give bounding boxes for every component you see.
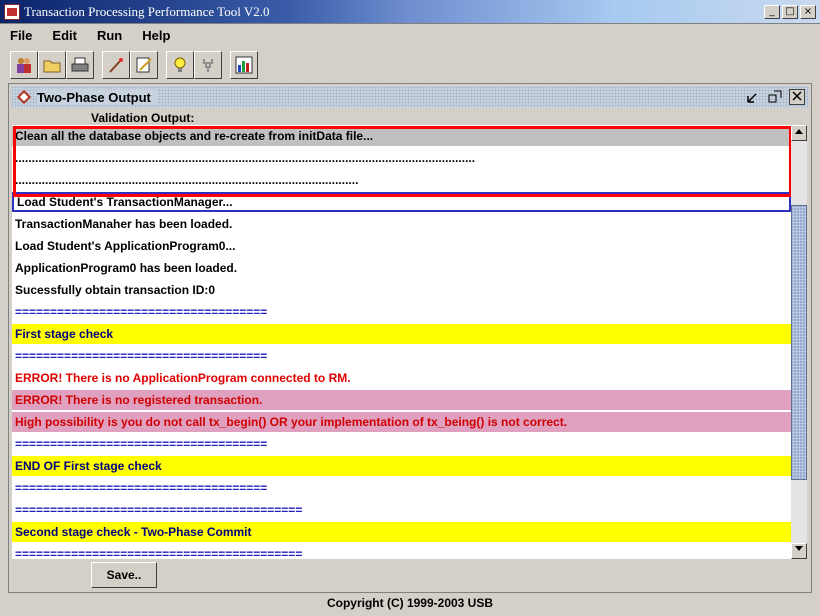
toolbar-print-button[interactable] [66, 51, 94, 79]
chart-icon [235, 56, 253, 74]
maximize-button[interactable]: □ [782, 4, 798, 19]
validation-output-list[interactable]: Clean all the database objects and re-cr… [12, 125, 791, 559]
close-button[interactable]: × [800, 4, 816, 19]
people-icon [17, 58, 31, 73]
output-line[interactable]: ========================================… [12, 500, 791, 520]
output-line[interactable]: Load Student's TransactionManager... [12, 192, 791, 212]
menu-run[interactable]: Run [87, 28, 132, 43]
menu-help[interactable]: Help [132, 28, 180, 43]
output-line[interactable]: High possibility is you do not call tx_b… [12, 412, 791, 432]
edit-icon [136, 57, 152, 73]
print-icon [71, 57, 89, 72]
output-line[interactable]: ERROR! There is no registered transactio… [12, 390, 791, 410]
output-line[interactable]: ========================================… [12, 544, 791, 559]
frame-diamond-icon [16, 89, 32, 105]
output-line[interactable]: ........................................… [12, 148, 791, 168]
output-line[interactable]: ==================================== [12, 302, 791, 322]
output-line[interactable]: ApplicationProgram0 has been loaded. [12, 258, 791, 278]
toolbar-connect-button[interactable] [194, 51, 222, 79]
output-line[interactable]: ERROR! There is no ApplicationProgram co… [12, 368, 791, 388]
frame-title: Two-Phase Output [37, 89, 157, 105]
scroll-up-button[interactable] [791, 125, 807, 141]
title-bar: Transaction Processing Performance Tool … [0, 0, 820, 24]
output-line[interactable]: TransactionManaher has been loaded. [12, 214, 791, 234]
scroll-down-button[interactable] [791, 543, 807, 559]
output-line[interactable]: ==================================== [12, 346, 791, 366]
menu-edit[interactable]: Edit [42, 28, 87, 43]
validation-output-label: Validation Output: [91, 111, 195, 125]
plug-icon [203, 59, 213, 72]
toolbar-chart-button[interactable] [230, 51, 258, 79]
open-folder-icon [43, 60, 61, 73]
minimize-button[interactable]: _ [764, 4, 780, 19]
vertical-scrollbar[interactable] [791, 125, 807, 559]
close-icon [792, 91, 802, 101]
app-icon [4, 3, 20, 20]
frame-close-button[interactable] [789, 89, 805, 105]
output-line[interactable]: Load Student's ApplicationProgram0... [12, 236, 791, 256]
save-button[interactable]: Save.. [91, 562, 157, 588]
arrow-up-icon [795, 129, 803, 134]
output-line[interactable]: ........................................… [12, 170, 791, 190]
frame-maximize-button[interactable] [767, 89, 783, 105]
output-line[interactable]: Second stage check - Two-Phase Commit [12, 522, 791, 542]
toolbar-edit-button[interactable] [130, 51, 158, 79]
output-line[interactable]: END OF First stage check [12, 456, 791, 476]
frame-iconify-button[interactable] [745, 89, 761, 105]
frame-title-bar[interactable]: Two-Phase Output [11, 86, 809, 108]
menu-bar: File Edit Run Help [0, 24, 820, 46]
wand-icon [109, 58, 123, 73]
toolbar [0, 48, 820, 82]
output-line[interactable]: First stage check [12, 324, 791, 344]
scroll-thumb[interactable] [791, 205, 807, 480]
two-phase-output-frame: Two-Phase Output Validation Output: Clea… [8, 83, 812, 593]
iconify-icon [747, 93, 757, 103]
toolbar-wand-button[interactable] [102, 51, 130, 79]
toolbar-open-button[interactable] [38, 51, 66, 79]
lightbulb-icon [174, 57, 186, 72]
copyright-text: Copyright (C) 1999-2003 USB [326, 596, 494, 610]
output-line[interactable]: ==================================== [12, 434, 791, 454]
menu-file[interactable]: File [0, 28, 42, 43]
output-line[interactable]: Sucessfully obtain transaction ID:0 [12, 280, 791, 300]
toolbar-people-button[interactable] [10, 51, 38, 79]
toolbar-idea-button[interactable] [166, 51, 194, 79]
restore-icon [768, 90, 782, 103]
window-title: Transaction Processing Performance Tool … [24, 3, 270, 19]
arrow-down-icon [795, 546, 803, 551]
output-line[interactable]: Clean all the database objects and re-cr… [12, 126, 791, 146]
output-line[interactable]: ==================================== [12, 478, 791, 498]
